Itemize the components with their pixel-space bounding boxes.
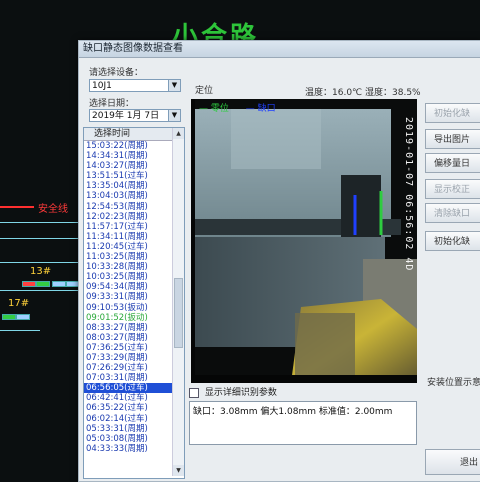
time-list-item[interactable]: 11:03:25(周期) — [84, 252, 184, 262]
track-line — [0, 290, 78, 291]
side-action-button[interactable]: 导出图片 — [425, 129, 480, 149]
time-list-header: 选择时间 — [84, 128, 184, 141]
time-list-item[interactable]: 05:03:08(周期) — [84, 434, 184, 444]
time-list-item[interactable]: 06:56:05(过车) — [84, 383, 184, 394]
time-list-item[interactable]: 14:03:27(周期) — [84, 161, 184, 171]
scroll-down-icon[interactable]: ▼ — [173, 465, 184, 476]
time-list-item[interactable]: 10:03:25(周期) — [84, 272, 184, 282]
gap-image-viewer-window: 缺口静态图像数据查看 请选择设备： 10J1 ▼ 选择日期： 2019年 1月 … — [78, 40, 480, 482]
time-list-item[interactable]: 04:33:33(周期) — [84, 444, 184, 454]
switch-13-label: 13# — [30, 266, 52, 277]
time-list-items: 15:03:22(周期) 14:34:31(周期) 14:03:27(周期) 13:5… — [84, 141, 184, 454]
date-picker-value: 2019年 1月 7日 — [92, 111, 160, 121]
time-list-item[interactable]: 09:01:52(扳动) — [84, 313, 184, 323]
device-select[interactable]: 10J1 ▼ — [89, 79, 181, 92]
time-list-item[interactable]: 07:03:31(周期) — [84, 373, 184, 383]
overlay-legend: — 零位 — 缺口 — [199, 101, 276, 114]
time-list-item[interactable]: 11:57:17(过车) — [84, 222, 184, 232]
time-list[interactable]: 选择时间 15:03:22(周期) 14:34:31(周期) 14:03:27(周期… — [83, 127, 185, 479]
time-list-scrollbar[interactable]: ▲ ▼ — [172, 128, 184, 476]
side-action-button[interactable]: 初始化缺 — [425, 103, 480, 123]
show-details-label: 显示详细识别参数 — [204, 388, 277, 398]
scroll-thumb[interactable] — [174, 278, 183, 348]
time-list-item[interactable]: 14:34:31(周期) — [84, 151, 184, 161]
select-date-label: 选择日期： — [89, 99, 135, 109]
time-list-item[interactable]: 08:03:27(周期) — [84, 333, 184, 343]
time-list-item[interactable]: 10:33:28(周期) — [84, 262, 184, 272]
time-list-item[interactable]: 15:03:22(周期) — [84, 141, 184, 151]
chevron-down-icon[interactable]: ▼ — [168, 80, 180, 91]
side-action-button[interactable]: 清除缺口 — [425, 203, 480, 223]
temperature-readout: 温度：16.0℃ — [305, 88, 363, 98]
side-action-button[interactable]: 显示校正 — [425, 179, 480, 199]
track-line — [0, 262, 78, 263]
window-title: 缺口静态图像数据查看 — [79, 41, 480, 58]
result-text: 缺口：3.08mm 偏大1.08mm 标准值：2.00mm — [193, 407, 393, 417]
gap-camera-image — [191, 99, 417, 383]
show-details-option[interactable]: 显示详细识别参数 — [189, 385, 277, 398]
chevron-down-icon[interactable]: ▼ — [168, 110, 180, 121]
track-segment — [52, 281, 66, 287]
side-action-button[interactable]: 偏移量日 — [425, 153, 480, 173]
select-device-label: 请选择设备： — [89, 68, 144, 78]
safety-line-label: 安全线 — [38, 204, 68, 215]
time-list-item[interactable]: 13:35:04(周期) — [84, 181, 184, 191]
result-panel: 缺口：3.08mm 偏大1.08mm 标准值：2.00mm — [189, 401, 417, 445]
time-list-item[interactable]: 13:04:03(周期) — [84, 191, 184, 201]
track-segment — [2, 314, 16, 320]
track-line — [0, 330, 40, 331]
track-segment — [36, 281, 50, 287]
track-segment — [22, 281, 36, 287]
show-details-checkbox[interactable] — [189, 387, 199, 398]
time-list-item[interactable]: 06:02:14(过车) — [84, 414, 184, 424]
device-select-value: 10J1 — [92, 81, 112, 91]
time-list-item[interactable]: 08:33:27(周期) — [84, 323, 184, 333]
time-list-item[interactable]: 09:33:31(周期) — [84, 292, 184, 302]
time-list-item[interactable]: 06:42:41(过车) — [84, 393, 184, 403]
time-list-item[interactable]: 07:33:29(周期) — [84, 353, 184, 363]
exit-button-label: 退出 — [460, 458, 479, 468]
time-list-item[interactable]: 09:10:53(扳动) — [84, 303, 184, 313]
image-timestamp: 2019-01-07 06:56:02 4D — [403, 117, 414, 272]
time-list-item[interactable]: 12:02:23(周期) — [84, 212, 184, 222]
position-label: 定位 — [195, 86, 214, 96]
time-list-item[interactable]: 06:35:22(过车) — [84, 403, 184, 413]
scroll-up-icon[interactable]: ▲ — [173, 128, 184, 139]
time-list-item[interactable]: 12:54:53(周期) — [84, 202, 184, 212]
legend-zero: — 零位 — [199, 104, 229, 114]
time-list-item[interactable]: 13:51:51(过车) — [84, 171, 184, 181]
time-list-item[interactable]: 11:34:11(周期) — [84, 232, 184, 242]
time-list-item[interactable]: 07:26:29(过车) — [84, 363, 184, 373]
legend-gap: — 缺口 — [245, 104, 276, 114]
time-list-item[interactable]: 05:33:31(周期) — [84, 424, 184, 434]
install-position-label: 安装位置示意 — [427, 378, 480, 388]
humidity-readout: 湿度：38.5% — [365, 88, 421, 98]
side-action-button[interactable]: 初始化缺 — [425, 231, 480, 251]
gap-image-viewer[interactable]: — 零位 — 缺口 2019-01-07 06:56:02 4D — [191, 99, 417, 383]
safety-line-marker — [0, 206, 34, 208]
time-list-item[interactable]: 09:54:34(周期) — [84, 282, 184, 292]
track-line — [0, 222, 78, 223]
track-line — [0, 238, 78, 239]
time-list-item[interactable]: 11:20:45(过车) — [84, 242, 184, 252]
switch-17-label: 17# — [8, 298, 30, 309]
time-list-item[interactable]: 07:36:25(过车) — [84, 343, 184, 353]
track-segment — [16, 314, 30, 320]
date-picker[interactable]: 2019年 1月 7日 ▼ — [89, 109, 181, 122]
exit-button[interactable]: 退出 — [425, 449, 480, 475]
